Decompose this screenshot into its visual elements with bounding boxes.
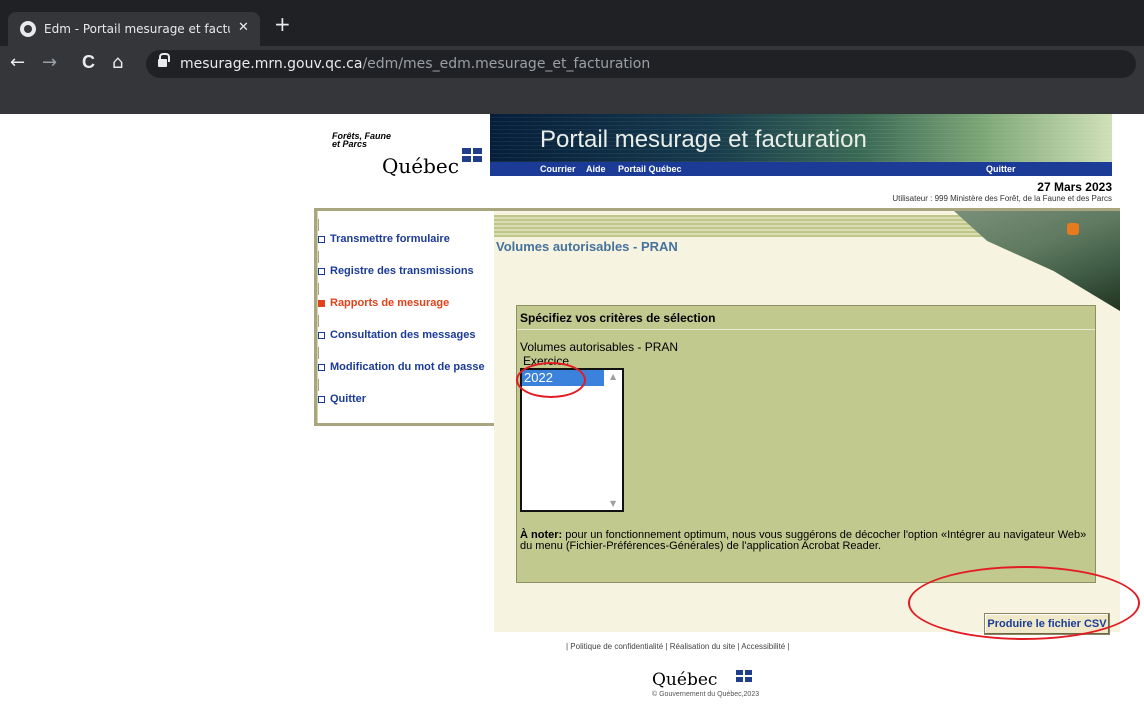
worker-figure xyxy=(1067,223,1079,235)
bookmark-bar xyxy=(0,82,1144,114)
back-arrow-icon[interactable]: ← xyxy=(10,52,25,73)
forward-arrow-icon[interactable]: → xyxy=(42,52,57,73)
menu-item-label: Modification du mot de passe xyxy=(330,361,485,373)
nav-portail-quebec-link[interactable]: Portail Québec xyxy=(618,162,682,176)
menu-item-label: Rapports de mesurage xyxy=(330,297,450,309)
user-info: Utilisateur : 999 Ministère des Forêt, d… xyxy=(892,194,1112,203)
footer-quebec-logo[interactable]: Québec xyxy=(652,670,752,690)
footer-links[interactable]: | Politique de confidentialité | Réalisa… xyxy=(566,642,790,651)
address-bar[interactable]: mesurage.mrn.gouv.qc.ca/edm/mes_edm.mesu… xyxy=(146,50,1136,78)
acrobat-note: À noter: pour un fonctionnement optimum,… xyxy=(520,530,1090,552)
ministry-name-line2: et Parcs xyxy=(332,139,368,149)
menu-item-label: Consultation des messages xyxy=(330,329,476,341)
menu-divider xyxy=(318,379,319,391)
sidebar-menu: Transmettre formulaire Registre des tran… xyxy=(314,208,494,426)
square-bullet-icon xyxy=(318,364,325,371)
menu-item-label: Quitter xyxy=(330,393,367,405)
menu-divider xyxy=(318,315,319,327)
forestry-photo xyxy=(954,211,1120,311)
fleurdelise-flag-icon xyxy=(462,148,482,162)
scroll-up-arrow-icon[interactable]: ▲ xyxy=(610,372,616,381)
menu-item-label: Transmettre formulaire xyxy=(330,233,450,245)
globe-icon xyxy=(20,21,36,37)
menu-divider xyxy=(318,251,319,263)
page-title: Volumes autorisables - PRAN xyxy=(496,239,678,254)
menu-divider xyxy=(318,347,319,359)
note-text: pour un fonctionnement optimum, nous vou… xyxy=(520,529,1087,552)
listbox-scrollbar[interactable]: ▲ ▼ xyxy=(606,370,622,510)
quebec-logo[interactable]: Forêts, Faune et Parcs Québec xyxy=(314,114,490,178)
new-tab-button[interactable]: + xyxy=(274,14,291,34)
content-header: Volumes autorisables - PRAN xyxy=(494,211,1120,311)
report-name: Volumes autorisables - PRAN xyxy=(520,340,679,354)
top-navigation: Courrier Aide Portail Québec Quitter xyxy=(490,162,1112,176)
copyright: © Gouvernement du Québec,2023 xyxy=(652,691,760,698)
selection-criteria-panel: Spécifiez vos critères de sélection Volu… xyxy=(516,305,1096,583)
menu-divider xyxy=(318,219,319,231)
current-date: 27 Mars 2023 xyxy=(1037,180,1112,194)
portal-title: Portail mesurage et facturation xyxy=(540,126,867,153)
url-text: mesurage.mrn.gouv.qc.ca/edm/mes_edm.mesu… xyxy=(180,56,650,72)
fleurdelise-flag-icon xyxy=(736,670,752,682)
ministry-name: Forêts, Faune et Parcs xyxy=(332,132,391,149)
criteria-header: Spécifiez vos critères de sélection xyxy=(517,306,1095,330)
url-host: mesurage.mrn.gouv.qc.ca xyxy=(180,56,363,72)
menu-item-label: Registre des transmissions xyxy=(330,265,474,277)
browser-tab[interactable]: Edm - Portail mesurage et factura ✕ xyxy=(8,12,260,46)
criteria-header-text: Spécifiez vos critères de sélection xyxy=(520,311,716,325)
browser-tab-bar: Edm - Portail mesurage et factura ✕ + xyxy=(0,0,1144,46)
scroll-down-arrow-icon[interactable]: ▼ xyxy=(610,499,616,508)
menu-list: Transmettre formulaire Registre des tran… xyxy=(317,211,494,423)
portal-banner: Portail mesurage et facturation xyxy=(490,114,1112,162)
reload-icon[interactable]: C xyxy=(82,52,95,73)
tab-title: Edm - Portail mesurage et factura xyxy=(44,22,230,36)
nav-aide-link[interactable]: Aide xyxy=(586,162,606,176)
url-path: /edm/mes_edm.mesurage_et_facturation xyxy=(362,56,651,72)
annotation-circle-csv-button xyxy=(908,566,1140,640)
square-bullet-icon xyxy=(318,332,325,339)
web-page: Forêts, Faune et Parcs Québec Portail me… xyxy=(0,114,1144,709)
square-bullet-icon xyxy=(318,236,325,243)
quebec-wordmark: Québec xyxy=(382,154,459,178)
square-bullet-icon xyxy=(318,268,325,275)
close-tab-icon[interactable]: ✕ xyxy=(238,20,249,35)
lock-icon[interactable] xyxy=(158,53,170,69)
home-icon[interactable]: ⌂ xyxy=(112,52,123,73)
footer-quebec-wordmark: Québec xyxy=(652,670,718,690)
browser-toolbar: ← → C ⌂ mesurage.mrn.gouv.qc.ca/edm/mes_… xyxy=(0,46,1144,82)
square-bullet-icon xyxy=(318,300,325,307)
menu-divider xyxy=(318,283,319,295)
nav-courrier-link[interactable]: Courrier xyxy=(540,162,576,176)
square-bullet-icon xyxy=(318,396,325,403)
annotation-circle-exercice xyxy=(516,362,586,398)
nav-quitter-link[interactable]: Quitter xyxy=(986,162,1016,176)
